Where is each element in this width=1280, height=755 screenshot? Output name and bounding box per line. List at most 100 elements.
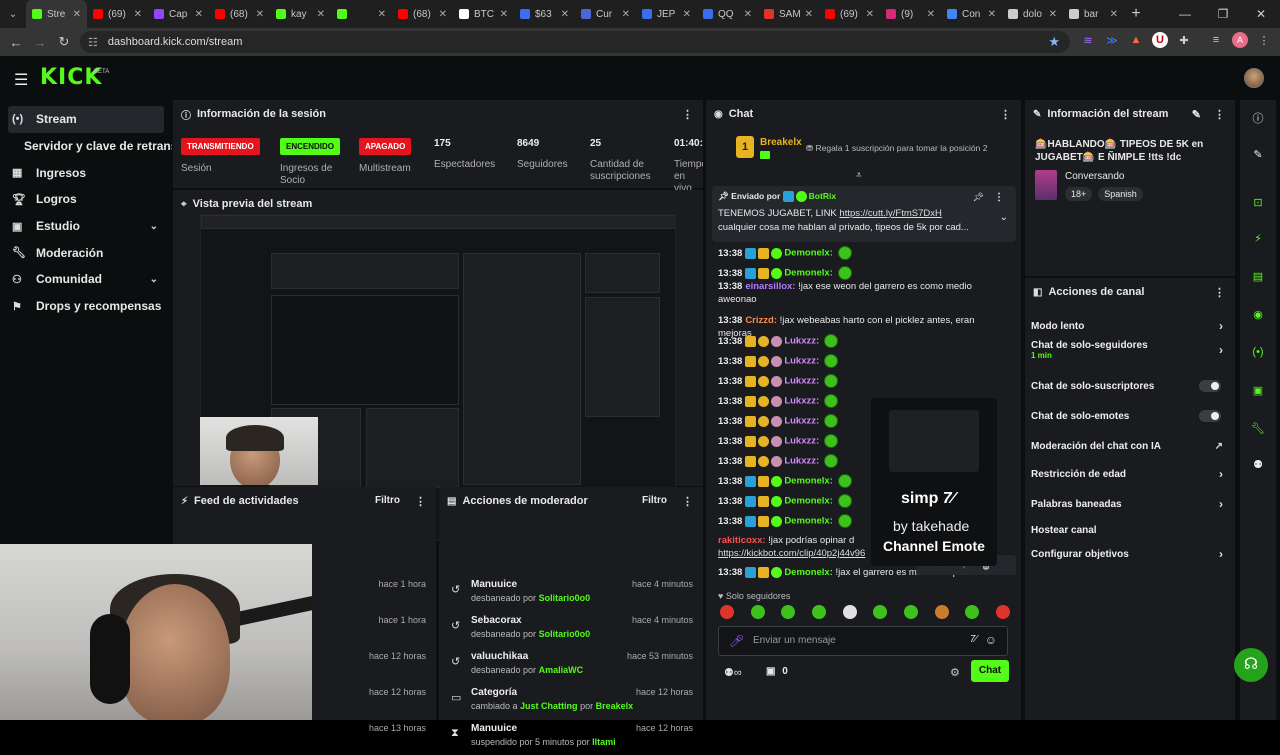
more-options-icon[interactable]: ⋮ (682, 108, 693, 121)
reload-icon[interactable]: ↻ (52, 34, 76, 50)
channel-action-row[interactable]: Chat de solo-suscriptores (1031, 376, 1225, 396)
tab-close-icon[interactable]: ✕ (622, 9, 630, 20)
channel-action-row[interactable]: Restricción de edad › (1031, 464, 1225, 484)
mod-target[interactable]: valuuchikaa (471, 651, 528, 662)
mod-action-row[interactable]: ↺ Sebacorax desbaneado por Solitario0o0 hac… (439, 611, 703, 647)
pinned-link[interactable]: https://cutt.ly/FtmS7DxH (839, 208, 941, 219)
emote-icon[interactable] (837, 266, 852, 280)
mod-action-row[interactable]: ⧗ Manuuice suspendido por 5 minutos por ll… (439, 719, 703, 755)
more-options-icon[interactable]: ⋮ (1000, 108, 1011, 121)
mod-target[interactable]: Manuuice (471, 579, 517, 590)
mic-icon[interactable]: 🎤︎ (729, 634, 744, 648)
chat-username[interactable]: rakiticoxx: (718, 535, 766, 546)
channel-action-row[interactable]: Moderación del chat con IA ↗ (1031, 436, 1225, 456)
back-icon[interactable]: ← (4, 35, 28, 50)
collapse-icon[interactable]: ⩡ (856, 170, 862, 181)
sidebar-item-stream-key[interactable]: Servidor y clave de retransmisión (0, 133, 172, 160)
edit-icon[interactable]: ✎ (1192, 108, 1201, 121)
emote-icon[interactable] (837, 494, 852, 508)
emoji-icon[interactable]: ☺ (985, 633, 997, 647)
emote-icon[interactable] (965, 605, 980, 619)
mod-name[interactable]: Just Chatting (520, 701, 578, 711)
close-window-icon[interactable]: ✕ (1242, 0, 1280, 28)
chat-username[interactable]: Demonelx: (784, 496, 833, 507)
wrench-icon[interactable]: 🔧︎ (1250, 422, 1266, 435)
browser-tab[interactable]: Cur ✕ (575, 0, 636, 28)
unpin-icon[interactable]: 📌︎ (973, 192, 984, 203)
mod-action-row[interactable]: ▭ Categoría cambiado a Just Chatting por B… (439, 683, 703, 719)
more-options-icon[interactable]: ⋮ (682, 495, 693, 508)
tab-close-icon[interactable]: ✕ (256, 9, 264, 20)
chevron-down-icon[interactable]: ⌄ (1000, 212, 1008, 223)
sidebar-item-stream[interactable]: (•) Stream (8, 106, 164, 133)
channel-points-icon[interactable]: ⚉∞ (724, 666, 742, 679)
tab-close-icon[interactable]: ✕ (317, 9, 325, 20)
user-avatar[interactable] (1244, 68, 1264, 88)
tab-close-icon[interactable]: ✕ (744, 9, 752, 20)
filter-button[interactable]: Filtro (375, 495, 400, 506)
bookmark-star-icon[interactable]: ★ (1048, 34, 1060, 50)
emote-icon[interactable] (781, 605, 796, 619)
chat-username[interactable]: Lukxzz: (784, 456, 819, 467)
browser-tab[interactable]: (68) ✕ (392, 0, 453, 28)
tab-close-icon[interactable]: ✕ (866, 9, 874, 20)
chat-username[interactable]: einarsillox: (745, 281, 795, 292)
toggle-switch[interactable] (1199, 410, 1221, 422)
info-icon[interactable]: ⓘ (1250, 110, 1266, 126)
sidebar-item-drops[interactable]: ⚑ Drops y recompensas (0, 293, 172, 320)
menu-hamburger-icon[interactable]: ☰ (14, 70, 28, 90)
points-display[interactable]: ▣ 0 (766, 666, 788, 677)
emote-icon[interactable] (823, 394, 838, 408)
tab-close-icon[interactable]: ✕ (378, 9, 386, 20)
channel-action-row[interactable]: Palabras baneadas › (1031, 494, 1225, 514)
chat-settings-icon[interactable]: ⚙ (950, 666, 960, 679)
browser-tab[interactable]: Con ✕ (941, 0, 1002, 28)
browser-tab[interactable]: Cap ✕ (148, 0, 209, 28)
chat-link[interactable]: https://kickbot.com/clip/40p2j44v96 (718, 548, 865, 559)
profile-avatar-icon[interactable]: A (1232, 32, 1248, 48)
browser-menu-icon[interactable]: ⋮ (1256, 32, 1272, 48)
chat-username[interactable]: Demonelx: (784, 516, 833, 527)
browser-tab[interactable]: (69) ✕ (87, 0, 148, 28)
emote-icon[interactable] (823, 334, 838, 348)
filter-button[interactable]: Filtro (642, 495, 667, 506)
top-gifter-name[interactable]: Breakelx (760, 137, 802, 148)
tab-search-chevron-icon[interactable]: ⌄ (0, 4, 26, 24)
tab-close-icon[interactable]: ✕ (683, 9, 691, 20)
browser-tab[interactable]: QQ ✕ (697, 0, 758, 28)
emote-icon[interactable] (934, 605, 949, 619)
emote-icon[interactable] (837, 474, 852, 488)
more-options-icon[interactable]: ⋮ (1214, 108, 1225, 121)
mod-name[interactable]: Solitario0o0 (539, 593, 591, 603)
category-name[interactable]: Conversando (1065, 171, 1124, 182)
ublock-icon[interactable]: U (1152, 32, 1168, 48)
browser-tab[interactable]: (9) ✕ (880, 0, 941, 28)
extensions-puzzle-icon[interactable]: ✚ (1176, 32, 1192, 48)
browser-tab[interactable]: SAM ✕ (758, 0, 819, 28)
tab-close-icon[interactable]: ✕ (1049, 9, 1057, 20)
tab-close-icon[interactable]: ✕ (927, 9, 935, 20)
bolt-icon[interactable]: ⚡︎ (1250, 232, 1266, 245)
chat-icon[interactable]: ◉ (1250, 308, 1266, 321)
omnibox[interactable]: ☷ dashboard.kick.com/stream ★ (80, 31, 1070, 53)
tab-close-icon[interactable]: ✕ (73, 9, 81, 20)
emote-icon[interactable] (873, 605, 888, 619)
chat-username[interactable]: Lukxzz: (784, 376, 819, 387)
sidebar-item-comunidad[interactable]: ⚇ Comunidad ⌄ (0, 266, 172, 293)
mod-name[interactable]: lltami (592, 737, 616, 747)
channel-action-row[interactable]: Chat de solo-seguidores 1 min › (1031, 340, 1225, 360)
minimize-icon[interactable]: — (1166, 0, 1204, 28)
gift-cta[interactable]: ⛃ Regala 1 suscripción para tomar la pos… (806, 143, 987, 154)
browser-tab[interactable]: (69) ✕ (819, 0, 880, 28)
browser-tab[interactable]: (68) ✕ (209, 0, 270, 28)
emote-icon[interactable] (995, 605, 1010, 619)
sidebar-item-moderacion[interactable]: 🔧︎ Moderación (0, 239, 172, 266)
mod-name[interactable]: Breakelx (596, 701, 634, 711)
chat-input[interactable]: 🎤︎ Enviar un mensaje 7⁄ ☺ (718, 626, 1008, 656)
browser-tab[interactable]: dolo ✕ (1002, 0, 1063, 28)
maximize-icon[interactable]: ❐ (1204, 0, 1242, 28)
tab-close-icon[interactable]: ✕ (1110, 9, 1118, 20)
tab-close-icon[interactable]: ✕ (988, 9, 996, 20)
emote-icon[interactable] (842, 605, 857, 619)
chat-username[interactable]: Demonelx: (784, 476, 833, 487)
